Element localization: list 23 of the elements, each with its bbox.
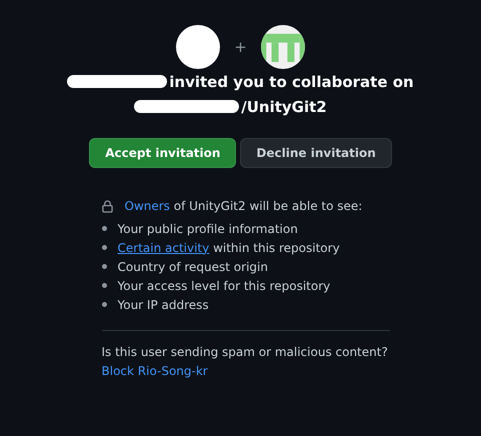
accept-button[interactable]: Accept invitation xyxy=(89,138,236,168)
block-user-link[interactable]: Block Rio-Song-kr xyxy=(102,364,208,378)
bullet-icon xyxy=(102,302,106,307)
bullet-icon xyxy=(102,283,106,288)
owners-link[interactable]: Owners xyxy=(124,199,170,213)
permission-item: Country of request origin xyxy=(118,260,268,274)
spam-question: Is this user sending spam or malicious content? xyxy=(102,345,389,359)
user-avatar xyxy=(176,25,220,69)
plus-sign: + xyxy=(234,38,247,56)
lock-icon xyxy=(102,200,112,212)
bullet-icon xyxy=(102,245,106,250)
permissions-intro: Owners of UnityGit2 will be able to see: xyxy=(124,199,362,213)
permission-item: Your IP address xyxy=(118,298,209,312)
bullet-icon xyxy=(102,226,106,231)
invite-text: invited you to collaborate on xyxy=(169,72,414,90)
identicon-avatar xyxy=(260,25,305,69)
permission-item: Your access level for this repository xyxy=(118,278,330,292)
permission-item: Your public profile information xyxy=(118,222,298,236)
decline-button[interactable]: Decline invitation xyxy=(240,138,392,168)
repository-name: /UnityGit2 xyxy=(241,98,327,116)
bullet-icon xyxy=(102,264,106,269)
permission-item: Certain activity within this repository xyxy=(118,240,340,254)
activity-link[interactable]: Certain activity xyxy=(118,240,210,254)
